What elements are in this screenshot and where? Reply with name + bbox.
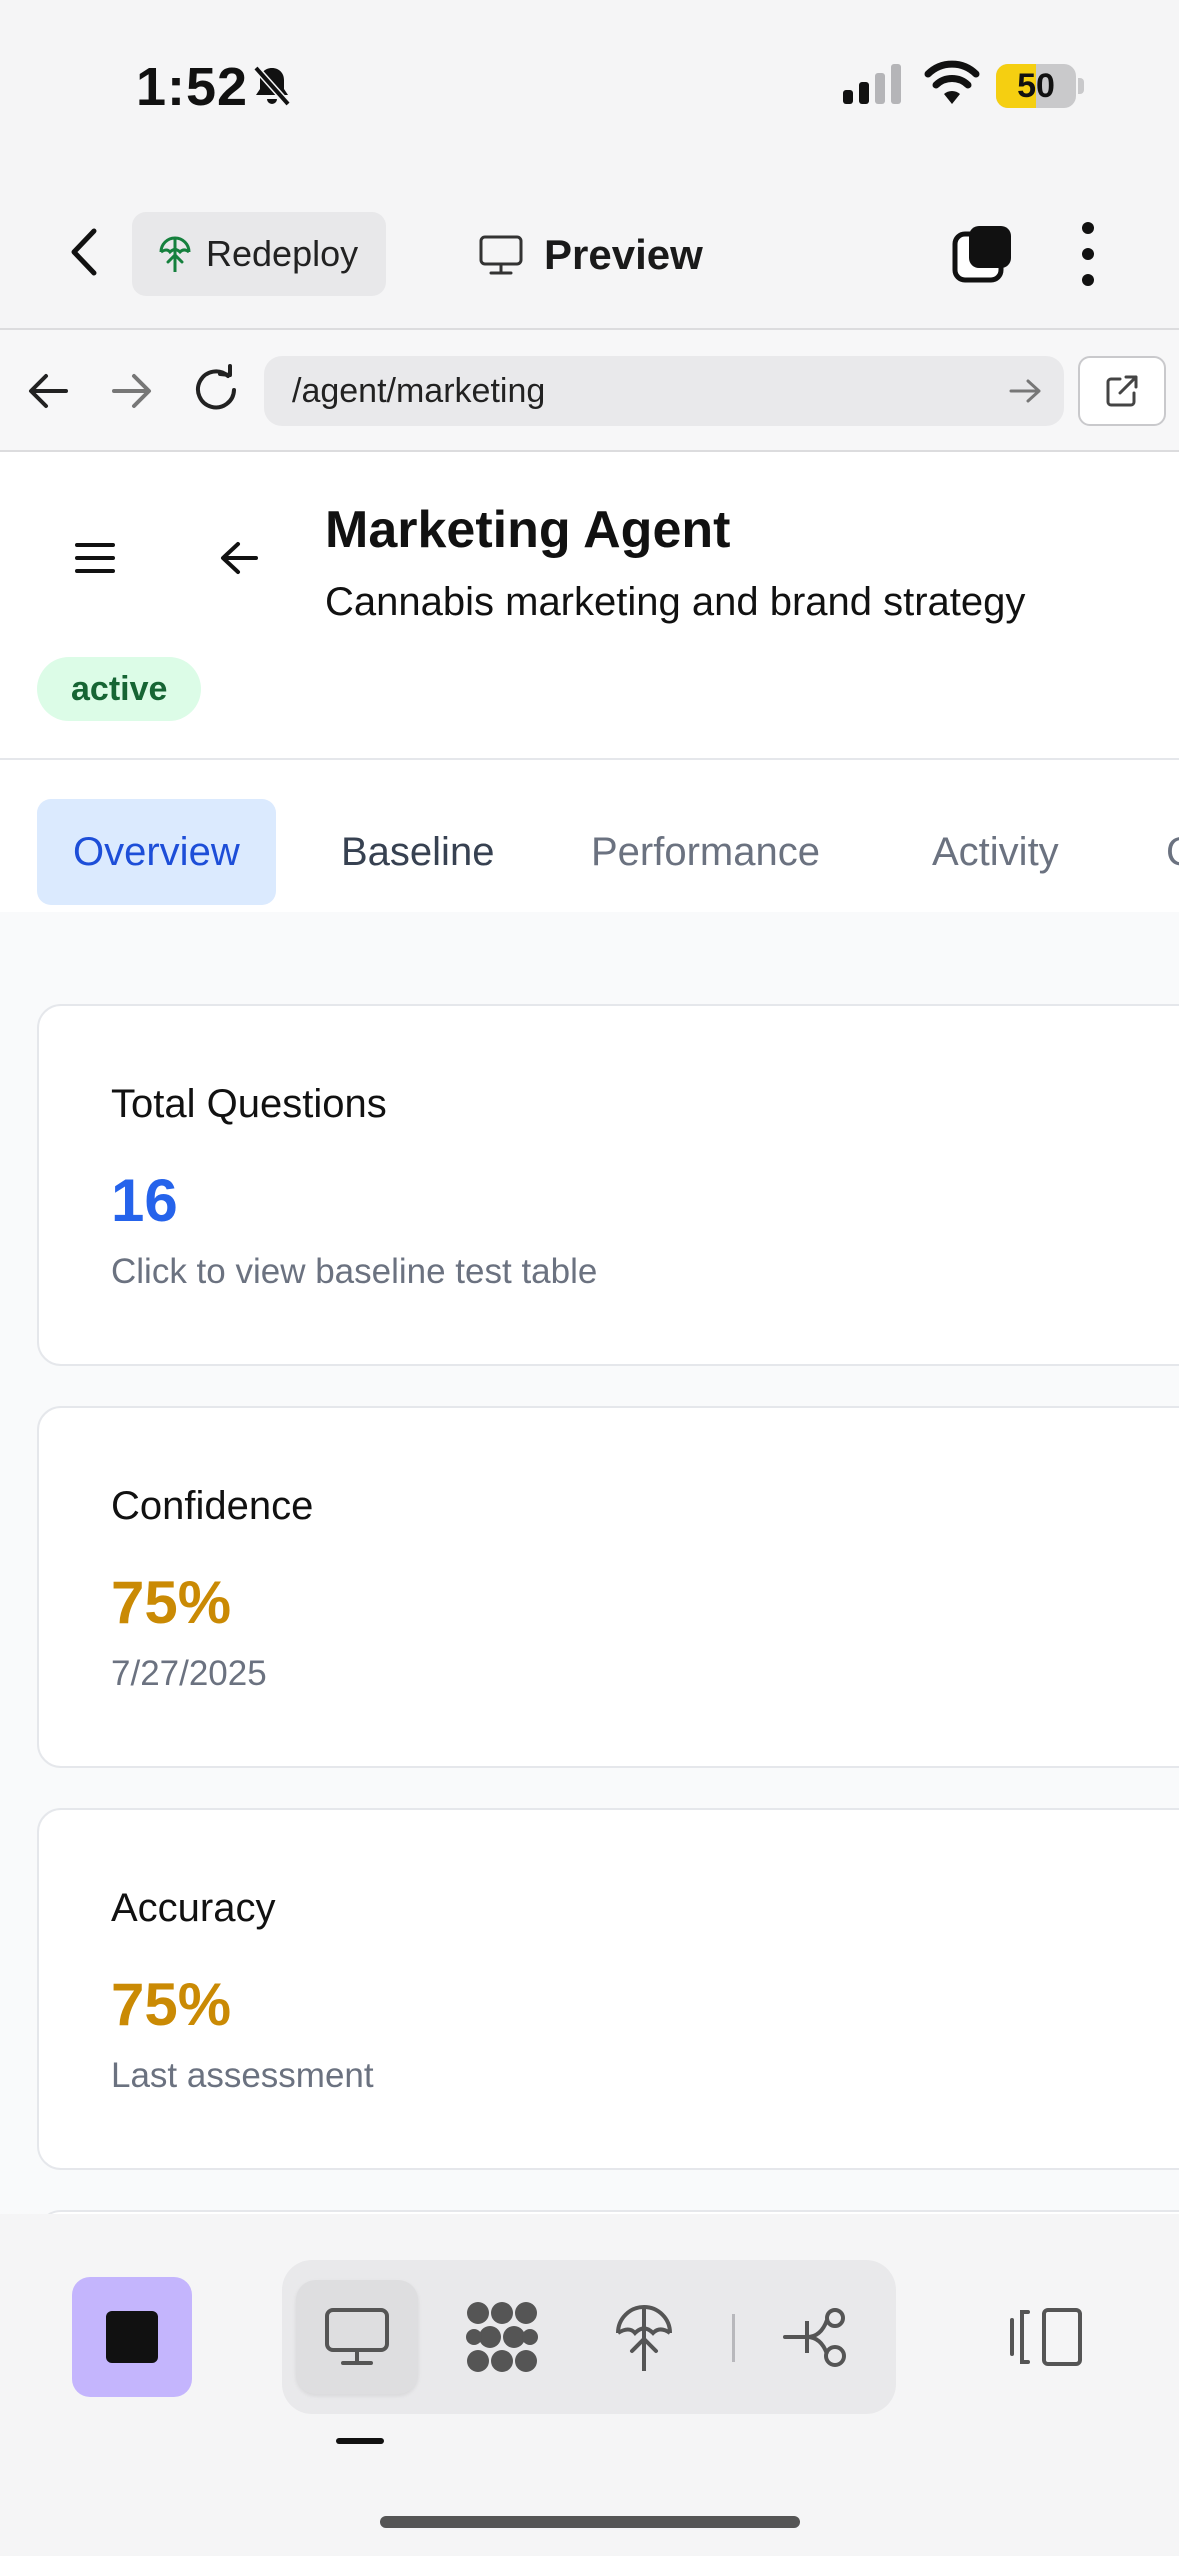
tab-performance[interactable]: Performance xyxy=(555,799,856,905)
card-subtitle: Click to view baseline test table xyxy=(111,1252,598,1291)
active-indicator xyxy=(336,2438,384,2444)
preview-label: Preview xyxy=(544,231,703,278)
dock-deploy-button[interactable] xyxy=(594,2280,694,2394)
app-toolbar: Redeploy Preview xyxy=(0,175,1179,330)
battery-icon: 50 xyxy=(996,64,1076,108)
stop-button[interactable] xyxy=(72,2277,192,2397)
status-time: 1:52 xyxy=(136,57,249,117)
card-title: Confidence xyxy=(111,1484,314,1528)
status-badge: active xyxy=(37,657,202,721)
battery-level: 50 xyxy=(1017,67,1055,105)
flow-icon xyxy=(783,2308,846,2367)
card-value: 16 xyxy=(111,1167,178,1234)
bubbles-icon xyxy=(466,2302,538,2372)
card-subtitle: Last assessment xyxy=(111,2056,374,2095)
tabs-icon[interactable] xyxy=(952,223,1014,285)
go-arrow-icon[interactable] xyxy=(1008,376,1044,406)
home-indicator xyxy=(380,2516,800,2528)
main-content: Total Questions 16 Click to view baselin… xyxy=(0,912,1179,2214)
tab-baseline[interactable]: Baseline xyxy=(305,799,530,905)
redeploy-button[interactable]: Redeploy xyxy=(132,212,386,296)
battery-cap xyxy=(1078,78,1084,94)
bell-slash-icon xyxy=(253,65,291,107)
url-input[interactable]: /agent/marketing xyxy=(264,356,1064,426)
reload-icon[interactable] xyxy=(190,364,242,416)
external-link-icon xyxy=(1106,375,1138,407)
card-value: 75% xyxy=(111,1971,232,2038)
monitor-icon xyxy=(479,235,523,275)
card-subtitle: 7/27/2025 xyxy=(111,1654,267,1693)
dock-view-switcher xyxy=(282,2260,896,2414)
tab-activity[interactable]: Activity xyxy=(896,799,1095,905)
card-value: 75% xyxy=(111,1569,232,1636)
stop-icon xyxy=(106,2311,158,2363)
card-title: Accuracy xyxy=(111,1886,276,1930)
deploy-icon xyxy=(616,2305,672,2371)
preview-button[interactable]: Preview xyxy=(478,223,703,287)
arrow-left-icon[interactable] xyxy=(218,538,260,578)
card-title: Total Questions xyxy=(111,1082,387,1126)
chevron-left-icon[interactable] xyxy=(62,225,106,279)
redeploy-label: Redeploy xyxy=(206,233,359,274)
tab-overview[interactable]: Overview xyxy=(37,799,276,905)
tab-truncated[interactable]: C xyxy=(1130,799,1179,905)
menu-icon[interactable] xyxy=(74,540,116,576)
more-vertical-icon[interactable] xyxy=(1070,219,1106,289)
page-header: Marketing Agent Cannabis marketing and b… xyxy=(0,452,1179,760)
wifi-icon xyxy=(924,60,980,104)
open-external-button[interactable] xyxy=(1078,356,1166,426)
dock-divider xyxy=(732,2314,735,2362)
dock-preview-button[interactable] xyxy=(296,2280,418,2394)
dock-flow-button[interactable] xyxy=(766,2280,866,2394)
total-questions-card[interactable]: Total Questions 16 Click to view baselin… xyxy=(37,1004,1179,1366)
deploy-icon xyxy=(159,236,191,272)
bottom-dock xyxy=(0,2214,1179,2556)
panel-toggle-icon[interactable] xyxy=(1006,2306,1086,2368)
arrow-left-icon[interactable] xyxy=(24,368,72,414)
page-title: Marketing Agent xyxy=(325,501,731,559)
accuracy-card: Accuracy 75% Last assessment xyxy=(37,1808,1179,2170)
dock-bubbles-button[interactable] xyxy=(452,2280,552,2394)
url-text: /agent/marketing xyxy=(292,371,546,410)
monitor-icon xyxy=(325,2308,389,2365)
page-subtitle: Cannabis marketing and brand strategy xyxy=(325,580,1026,624)
confidence-card: Confidence 75% 7/27/2025 xyxy=(37,1406,1179,1768)
cellular-signal-icon xyxy=(843,64,901,104)
tab-bar: Overview Baseline Performance Activity C xyxy=(0,762,1179,912)
arrow-right-icon[interactable] xyxy=(108,368,156,414)
status-bar: 1:52 50 xyxy=(0,0,1179,175)
browser-url-bar: /agent/marketing xyxy=(0,330,1179,452)
